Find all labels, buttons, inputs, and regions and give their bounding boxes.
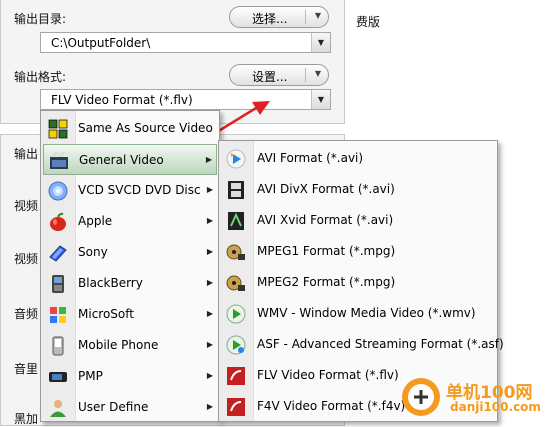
menu-item-mobile-phone[interactable]: Mobile Phone ▶ (43, 330, 217, 361)
pmp-icon (49, 372, 67, 382)
menu-item-label: BlackBerry (78, 276, 143, 290)
submenu-item-avi-divx[interactable]: AVI DivX Format (*.avi) (221, 174, 495, 205)
menu-item-label: Mobile Phone (78, 338, 159, 352)
menu-item-same-as-source[interactable]: Same As Source Video (43, 113, 217, 144)
menu-item-user-define[interactable]: User Define ▶ (43, 392, 217, 423)
submenu-item-label: WMV - Window Media Video (*.wmv) (257, 306, 476, 320)
settings-button-label: 设置... (252, 70, 288, 84)
dropdown-arrow-icon[interactable]: ▼ (311, 90, 330, 109)
submenu-item-avi-xvid[interactable]: AVI Xvid Format (*.avi) (221, 205, 495, 236)
xvid-icon (228, 212, 244, 230)
menu-item-microsoft[interactable]: MicroSoft ▶ (43, 299, 217, 330)
menu-item-label: Same As Source Video (78, 121, 213, 135)
submenu-item-avi[interactable]: AVI Format (*.avi) (221, 143, 495, 174)
param-label-6: 黑加 (14, 412, 39, 426)
submenu-arrow-icon: ▶ (206, 340, 213, 349)
submenu-arrow-icon: ▶ (206, 309, 213, 318)
menu-item-label: MicroSoft (78, 307, 134, 321)
menu-item-label: User Define (78, 400, 149, 414)
right-partial-text: 费版 (356, 15, 381, 29)
menu-item-blackberry[interactable]: BlackBerry ▶ (43, 268, 217, 299)
reel-icon (226, 275, 245, 291)
apple-icon (50, 212, 66, 231)
browse-button-label: 选择... (252, 12, 288, 26)
submenu-item-label: AVI DivX Format (*.avi) (257, 182, 395, 196)
menu-item-label: VCD SVCD DVD Disc (78, 183, 201, 197)
submenu-item-mpeg1[interactable]: MPEG1 Format (*.mpg) (221, 236, 495, 267)
grid-icon (48, 119, 68, 139)
output-dir-label: 输出目录: (14, 12, 67, 26)
chevron-down-icon: ▼ (314, 11, 321, 20)
submenu-item-label: MPEG2 Format (*.mpg) (257, 275, 396, 289)
blackberry-icon (52, 275, 64, 293)
menu-item-label: PMP (78, 369, 103, 383)
asf-icon (226, 335, 246, 355)
param-label-1: 输出 (14, 147, 39, 161)
menu-item-sony[interactable]: Sony ▶ (43, 237, 217, 268)
menu-item-general-video[interactable]: General Video ▶ (43, 144, 217, 175)
sony-icon (49, 245, 67, 262)
submenu-arrow-icon: ▶ (206, 247, 213, 256)
param-label-2: 视频 (14, 199, 39, 213)
format-category-menu: Same As Source Video General Video ▶ VCD… (40, 110, 220, 422)
submenu-arrow-icon: ▶ (206, 371, 213, 380)
submenu-item-asf[interactable]: ASF - Advanced Streaming Format (*.asf) (221, 329, 504, 360)
dropdown-arrow-icon[interactable]: ▼ (311, 33, 330, 52)
browse-button[interactable]: 选择... ▼ (229, 6, 329, 28)
submenu-item-label: ASF - Advanced Streaming Format (*.asf) (257, 337, 504, 351)
submenu-arrow-icon: ▶ (206, 185, 213, 194)
watermark-logo-icon (402, 378, 440, 416)
submenu-arrow-icon: ▶ (205, 155, 212, 164)
menu-item-label: Apple (78, 214, 113, 228)
submenu-item-label: FLV Video Format (*.flv) (257, 368, 399, 382)
submenu-item-label: F4V Video Format (*.f4v) (257, 399, 406, 413)
flv-icon (227, 367, 245, 385)
output-format-label: 输出格式: (14, 70, 67, 84)
submenu-item-label: AVI Xvid Format (*.avi) (257, 213, 394, 227)
submenu-item-wmv[interactable]: WMV - Window Media Video (*.wmv) (221, 298, 495, 329)
submenu-item-label: MPEG1 Format (*.mpg) (257, 244, 396, 258)
submenu-arrow-icon: ▶ (206, 278, 213, 287)
output-format-value: FLV Video Format (*.flv) (51, 93, 193, 107)
phone-icon (52, 336, 64, 356)
play-icon (226, 149, 246, 169)
f4v-icon (227, 398, 245, 416)
reel-icon (226, 244, 245, 260)
output-dir-value: C:\OutputFolder\ (51, 36, 151, 50)
output-dir-field[interactable]: C:\OutputFolder\ ▼ (40, 32, 331, 53)
menu-item-vcd-svcd-dvd[interactable]: VCD SVCD DVD Disc ▶ (43, 175, 217, 206)
menu-item-label: Sony (78, 245, 108, 259)
filmstrip-icon (228, 181, 244, 199)
submenu-arrow-icon: ▶ (206, 216, 213, 225)
settings-button[interactable]: 设置... ▼ (229, 64, 329, 86)
wmv-icon (226, 304, 246, 324)
menu-item-apple[interactable]: Apple ▶ (43, 206, 217, 237)
param-label-4: 音频 (14, 307, 39, 321)
param-label-5: 音里 (14, 362, 39, 376)
submenu-arrow-icon: ▶ (206, 402, 213, 411)
submenu-item-label: AVI Format (*.avi) (257, 151, 364, 165)
disc-icon (48, 181, 68, 201)
submenu-item-mpeg2[interactable]: MPEG2 Format (*.mpg) (221, 267, 495, 298)
film-icon (50, 152, 68, 169)
watermark-url: danji100.com (450, 400, 541, 414)
chevron-down-icon: ▼ (314, 69, 321, 78)
microsoft-icon (50, 307, 66, 323)
param-label-3: 视频 (14, 252, 39, 266)
output-format-select[interactable]: FLV Video Format (*.flv) ▼ (40, 89, 331, 110)
menu-item-label: General Video (79, 153, 164, 167)
menu-item-pmp[interactable]: PMP ▶ (43, 361, 217, 392)
user-icon (50, 400, 66, 417)
